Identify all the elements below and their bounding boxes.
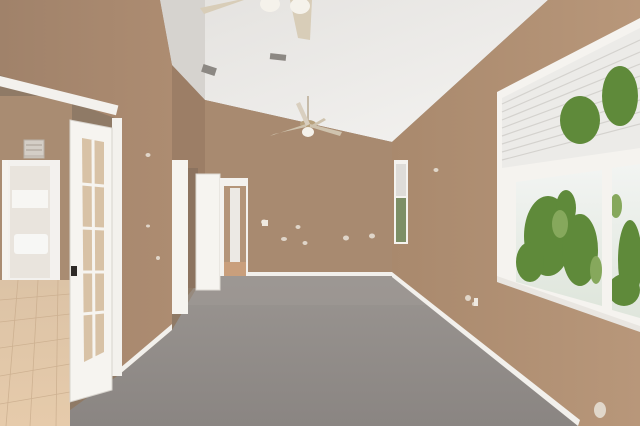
narrow-window — [394, 160, 408, 244]
room-photo — [0, 0, 640, 426]
open-door — [195, 173, 221, 291]
outlet — [474, 298, 478, 306]
light-switch — [262, 220, 268, 226]
wall-vent — [23, 139, 45, 157]
fan-light — [302, 127, 314, 137]
sink — [14, 234, 48, 254]
french-door — [69, 119, 113, 403]
tile-floor — [0, 280, 70, 426]
door-handle — [71, 266, 77, 276]
baseboard-back — [246, 272, 392, 276]
